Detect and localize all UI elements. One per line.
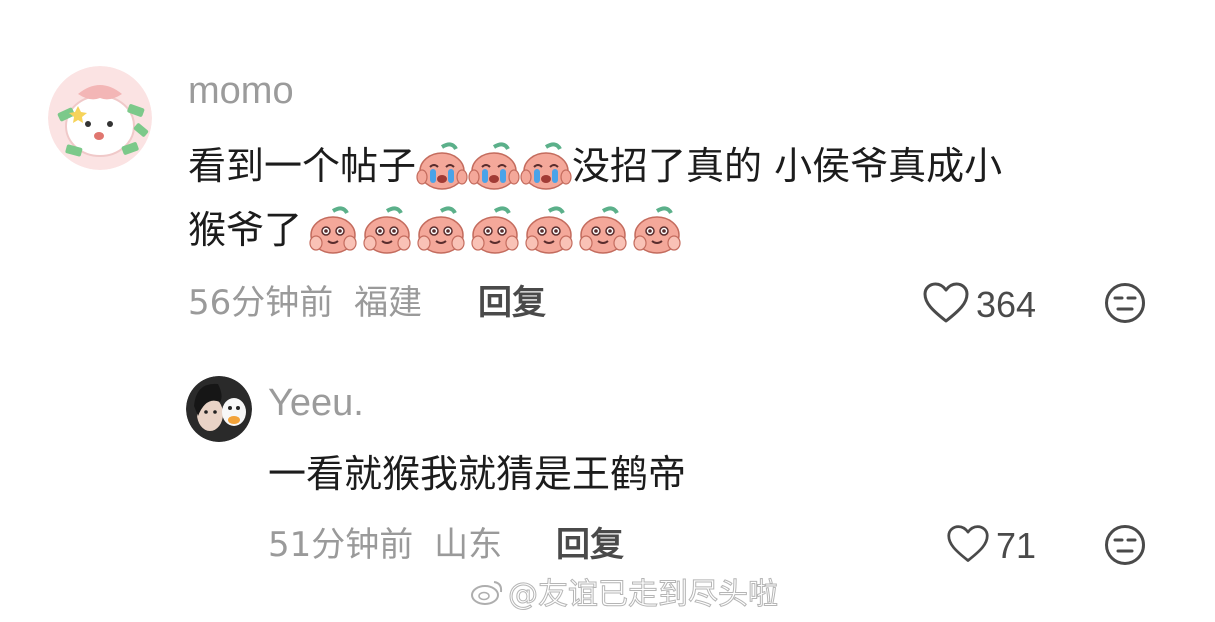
reply-reply-button[interactable]: 回复 [556, 528, 624, 562]
reply-username[interactable]: Yeeu. [268, 384, 364, 422]
neutral-face-icon[interactable] [1104, 282, 1146, 328]
reply-button[interactable]: 回复 [478, 286, 546, 320]
comment-text-segment: 猴爷了 [188, 208, 303, 252]
reply-avatar[interactable] [186, 376, 252, 442]
reply-like-count: 71 [996, 525, 1037, 566]
comment-meta: 56分钟前 福建 [188, 286, 422, 320]
heart-icon [922, 282, 970, 328]
weibo-logo-icon [470, 578, 504, 612]
heart-icon [946, 524, 990, 568]
watermark: @友谊已走到尽头啦 [470, 577, 779, 612]
comment-text-line-2: 猴爷了 [188, 202, 684, 258]
emoji-row [306, 205, 684, 255]
crying-peach-icon [520, 141, 572, 191]
reply-avatar-image [186, 376, 252, 442]
watermark-text: @友谊已走到尽头啦 [508, 577, 779, 612]
hands-on-cheeks-peach-icon [576, 205, 630, 255]
hands-on-cheeks-peach-icon [522, 205, 576, 255]
reply-time: 51分钟前 [268, 525, 414, 565]
neutral-face-icon[interactable] [1104, 524, 1146, 570]
comment-time: 56分钟前 [188, 283, 334, 323]
comment-text-segment: 没招了真的 小侯爷真成小 [572, 144, 1003, 188]
reply-meta: 51分钟前 山东 [268, 528, 502, 562]
comment-location: 福建 [354, 283, 423, 323]
hands-on-cheeks-peach-icon [630, 205, 684, 255]
reply-text: 一看就猴我就猜是王鹤帝 [268, 452, 687, 496]
comment-text-segment: 看到一个帖子 [188, 144, 417, 188]
hands-on-cheeks-peach-icon [468, 205, 522, 255]
crying-peach-icon [416, 141, 468, 191]
like-count: 364 [976, 284, 1037, 325]
comment-text-line-1: 看到一个帖子 没招了真的 小侯爷真成小 [188, 138, 1002, 194]
avatar-image [48, 66, 152, 170]
hands-on-cheeks-peach-icon [414, 205, 468, 255]
hands-on-cheeks-peach-icon [360, 205, 414, 255]
avatar[interactable] [48, 66, 152, 170]
reply-location: 山东 [434, 525, 503, 565]
crying-peach-icon [468, 141, 520, 191]
hands-on-cheeks-peach-icon [306, 205, 360, 255]
reply-like-button[interactable]: 71 [946, 524, 1036, 568]
like-button[interactable]: 364 [922, 282, 1036, 328]
comment-username[interactable]: momo [188, 72, 294, 110]
